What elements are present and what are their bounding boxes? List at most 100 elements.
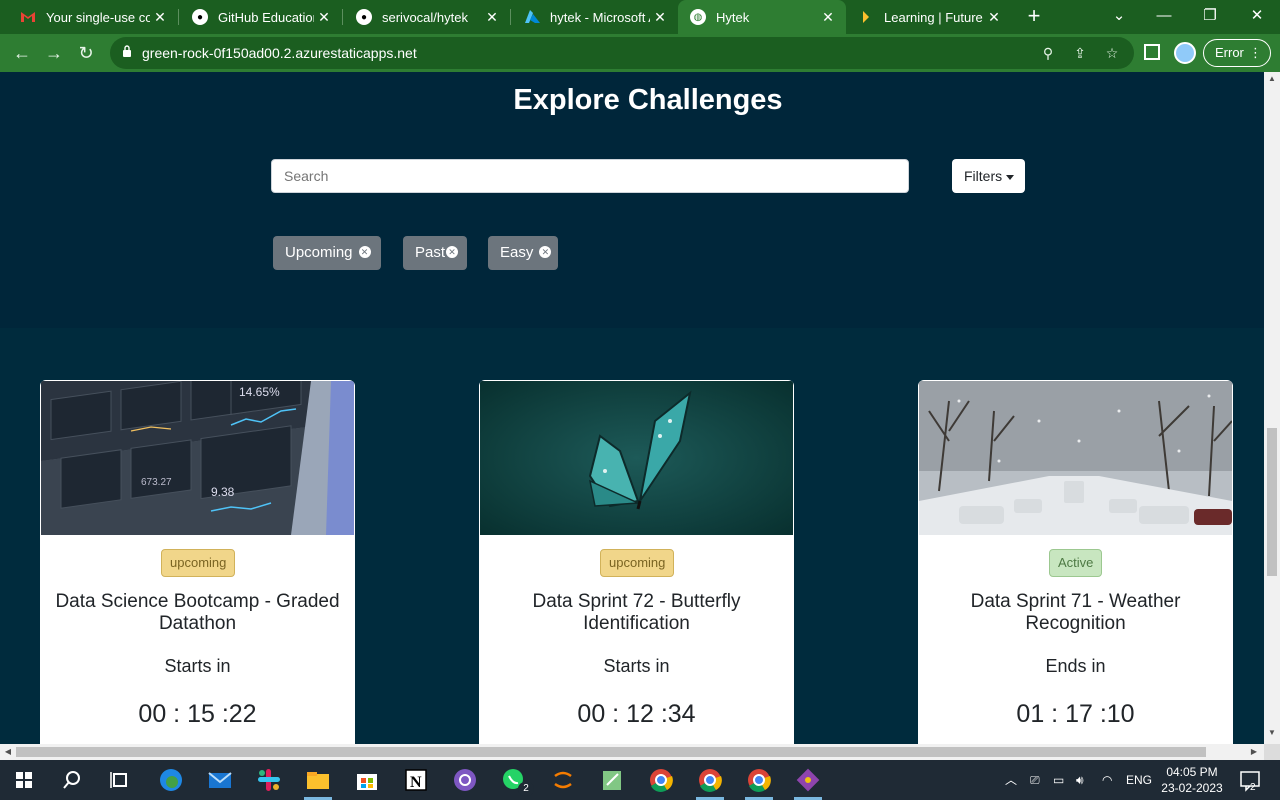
volume-icon[interactable]: 🔊︎: [1076, 760, 1084, 800]
task-view-icon[interactable]: [106, 766, 134, 794]
page-title: Explore Challenges: [513, 84, 783, 116]
minimize-icon[interactable]: —: [1141, 4, 1187, 28]
close-icon[interactable]: ✕: [650, 9, 670, 26]
filter-chip-easy[interactable]: Easy ✕: [488, 236, 558, 270]
clock[interactable]: 04:05 PM 23-02-2023: [1158, 764, 1226, 796]
scroll-up-icon[interactable]: ▲: [1264, 74, 1280, 83]
notification-count: 2: [1250, 782, 1256, 793]
bookmark-star-icon[interactable]: ☆: [1102, 43, 1122, 63]
countdown-timer: 00 : 15 :22: [138, 700, 257, 728]
error-button[interactable]: Error ⋮: [1203, 39, 1271, 67]
address-bar[interactable]: green-rock-0f150ad00.2.azurestaticapps.n…: [110, 37, 1134, 69]
svg-text:N: N: [410, 774, 422, 791]
close-icon[interactable]: ✕: [314, 9, 334, 26]
back-icon[interactable]: ←: [10, 41, 34, 65]
podcast-icon[interactable]: [451, 766, 479, 794]
wifi-icon[interactable]: ◠: [1102, 760, 1112, 800]
challenge-title[interactable]: Data Sprint 72 - Butterfly Identificatio…: [489, 591, 784, 635]
filter-chip-past[interactable]: Past ✕: [403, 236, 467, 270]
hero-section: Explore Challenges Filters Upcoming ✕ Pas…: [0, 72, 1264, 328]
challenge-title[interactable]: Data Science Bootcamp - Graded Datathon: [50, 591, 345, 635]
tab-title: Hytek: [716, 9, 750, 25]
challenge-title[interactable]: Data Sprint 71 - Weather Recognition: [928, 591, 1223, 635]
close-icon[interactable]: ✕: [150, 9, 170, 26]
close-icon[interactable]: ✕: [482, 9, 502, 26]
challenge-card[interactable]: upcoming Data Sprint 72 - Butterfly Iden…: [479, 380, 794, 744]
tab-search-icon[interactable]: ⌄: [1096, 4, 1142, 28]
gmail-icon: [20, 9, 36, 25]
scroll-left-icon[interactable]: ◀: [0, 744, 16, 760]
countdown-label: Starts in: [603, 656, 670, 676]
notion-icon[interactable]: N: [402, 766, 430, 794]
battery-icon[interactable]: ▭: [1053, 760, 1064, 800]
tab-repo[interactable]: ● serivocal/hytek ✕: [344, 0, 510, 34]
git-icon[interactable]: [794, 766, 822, 794]
chrome-profile-icon[interactable]: [745, 766, 773, 794]
scroll-thumb[interactable]: [1267, 428, 1277, 576]
slack-icon[interactable]: [255, 766, 283, 794]
chrome-icon[interactable]: [647, 766, 675, 794]
close-icon[interactable]: ✕: [984, 9, 1004, 26]
lock-icon: [123, 45, 131, 57]
vertical-scrollbar[interactable]: ▲ ▼: [1264, 72, 1280, 744]
restore-icon[interactable]: ❐: [1187, 4, 1233, 28]
clock-date: 23-02-2023: [1161, 781, 1223, 795]
share-icon[interactable]: ⇪: [1070, 43, 1090, 63]
scroll-thumb[interactable]: [16, 747, 1206, 757]
reload-icon[interactable]: ↻: [74, 41, 98, 65]
svg-text:9.38: 9.38: [211, 485, 235, 499]
azure-icon: [524, 9, 540, 25]
remove-chip-icon[interactable]: ✕: [446, 246, 459, 259]
menu-icon[interactable]: ⋮: [1249, 40, 1262, 66]
chevron-up-icon[interactable]: ︿: [1005, 760, 1017, 800]
challenge-card[interactable]: 14.65% 9.38 673.27 upcoming Data Science…: [40, 380, 355, 744]
new-tab-button[interactable]: +: [1022, 5, 1046, 29]
profile-avatar[interactable]: [1174, 42, 1196, 64]
windows-start-icon[interactable]: [10, 766, 38, 794]
countdown-timer: 00 : 12 :34: [577, 700, 696, 728]
tab-gmail[interactable]: Your single-use code ✕: [8, 0, 178, 34]
forward-icon[interactable]: →: [42, 41, 66, 65]
language-indicator[interactable]: ENG: [1126, 760, 1152, 800]
scrollbar-corner: [1264, 744, 1280, 760]
snowy-street-image: [919, 381, 1232, 535]
tab-hytek[interactable]: ◍ Hytek ✕: [678, 0, 846, 34]
challenge-card[interactable]: Active Data Sprint 71 - Weather Recognit…: [918, 380, 1233, 744]
search-input[interactable]: [271, 159, 909, 193]
error-label: Error: [1215, 45, 1244, 60]
jupyter-icon[interactable]: [549, 766, 577, 794]
tab-learning[interactable]: Learning | Future Ready ✕: [846, 0, 1012, 34]
zoom-icon[interactable]: ⚲: [1038, 43, 1058, 63]
notepad-icon[interactable]: [598, 766, 626, 794]
dashboard-screen-image: 14.65% 9.38 673.27: [41, 381, 354, 535]
filter-chip-upcoming[interactable]: Upcoming ✕: [273, 236, 381, 270]
windows-taskbar: N 2 ︿ ⎚ ▭ 🔊︎ ◠ ENG 04:05 PM 23-02-2023 2: [0, 760, 1280, 800]
butterfly-image: [480, 381, 793, 535]
filters-button[interactable]: Filters: [952, 159, 1025, 193]
github-icon: ●: [192, 9, 208, 25]
meet-now-icon[interactable]: ⎚: [1030, 760, 1040, 800]
scroll-down-icon[interactable]: ▼: [1264, 728, 1280, 737]
close-icon[interactable]: ✕: [818, 9, 838, 26]
close-window-icon[interactable]: ✕: [1234, 4, 1280, 28]
tab-github-education[interactable]: ● GitHub Education ✕: [180, 0, 342, 34]
store-icon[interactable]: [353, 766, 381, 794]
chrome-profile-icon[interactable]: [696, 766, 724, 794]
tab-azure[interactable]: hytek - Microsoft Azure ✕: [512, 0, 678, 34]
tab-title: serivocal/hytek: [382, 9, 468, 25]
clock-time: 04:05 PM: [1166, 765, 1218, 779]
whatsapp-badge: 2: [518, 782, 534, 796]
search-icon[interactable]: [58, 766, 86, 794]
page-viewport: Explore Challenges Filters Upcoming ✕ Pas…: [0, 72, 1264, 744]
tab-strip: Your single-use code ✕ ● GitHub Educatio…: [0, 0, 1280, 34]
chip-label: Upcoming: [285, 244, 353, 261]
horizontal-scrollbar[interactable]: ◀ ▶: [0, 744, 1264, 760]
side-panel-icon[interactable]: [1144, 44, 1160, 60]
mail-icon[interactable]: [206, 766, 234, 794]
edge-icon[interactable]: [157, 766, 185, 794]
remove-chip-icon[interactable]: ✕: [539, 246, 552, 259]
scroll-right-icon[interactable]: ▶: [1246, 744, 1262, 760]
status-badge: upcoming: [600, 549, 675, 577]
file-explorer-icon[interactable]: [304, 766, 332, 794]
remove-chip-icon[interactable]: ✕: [358, 246, 371, 259]
